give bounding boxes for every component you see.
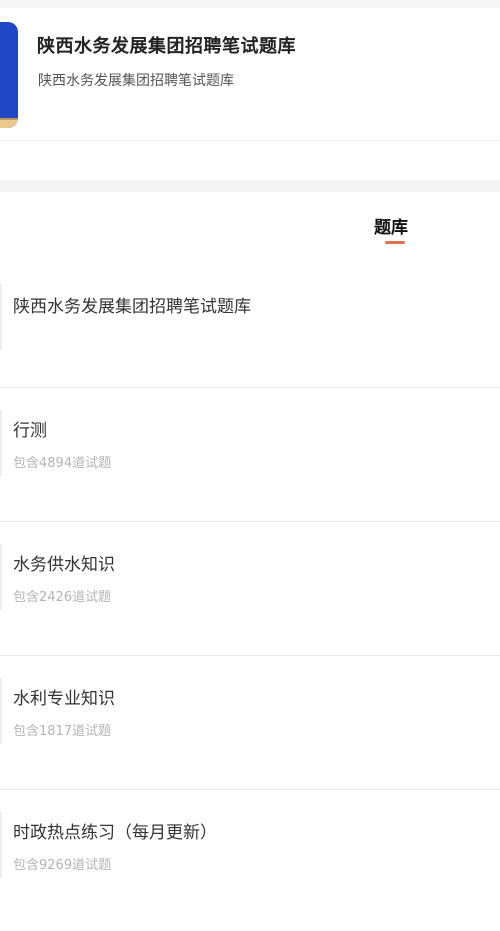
section-gap bbox=[0, 180, 500, 192]
list-item-count: 包含4894道试题 bbox=[13, 456, 112, 471]
item-accent-bar bbox=[0, 410, 2, 476]
list-item-count: 包含1817道试题 bbox=[13, 724, 112, 739]
tab-question-bank[interactable]: 题库 bbox=[374, 213, 408, 238]
item-accent-bar bbox=[0, 678, 2, 744]
list-item-main-bank[interactable]: 陕西水务发展集团招聘笔试题库 bbox=[0, 262, 500, 388]
item-accent-bar bbox=[0, 284, 2, 350]
header-footer-area bbox=[0, 140, 500, 180]
top-spacer bbox=[0, 0, 500, 8]
active-tab-indicator bbox=[385, 241, 405, 244]
book-cover-image bbox=[0, 22, 18, 128]
tab-bar: 题库 bbox=[0, 192, 500, 262]
list-item-current-affairs[interactable]: 时政热点练习（每月更新） 包含9269道试题 bbox=[0, 790, 500, 924]
list-item-name: 陕西水务发展集团招聘笔试题库 bbox=[13, 297, 251, 317]
list-item-count: 包含9269道试题 bbox=[13, 858, 112, 873]
list-item-name: 行测 bbox=[13, 421, 47, 441]
exam-bank-subtitle: 陕西水务发展集团招聘笔试题库 bbox=[38, 73, 234, 89]
exam-bank-header: 陕西水务发展集团招聘笔试题库 陕西水务发展集团招聘笔试题库 bbox=[0, 8, 500, 140]
list-item-name: 水务供水知识 bbox=[13, 555, 115, 575]
list-item-water-conservancy[interactable]: 水利专业知识 包含1817道试题 bbox=[0, 656, 500, 790]
list-item-water-supply[interactable]: 水务供水知识 包含2426道试题 bbox=[0, 522, 500, 656]
item-accent-bar bbox=[0, 544, 2, 610]
list-item-count: 包含2426道试题 bbox=[13, 590, 112, 605]
question-bank-list: 陕西水务发展集团招聘笔试题库 行测 包含4894道试题 水务供水知识 包含242… bbox=[0, 262, 500, 924]
list-item-xingce[interactable]: 行测 包含4894道试题 bbox=[0, 388, 500, 522]
item-accent-bar bbox=[0, 812, 2, 878]
cover-base bbox=[0, 118, 18, 128]
list-item-name: 时政热点练习（每月更新） bbox=[13, 823, 217, 843]
exam-bank-title: 陕西水务发展集团招聘笔试题库 bbox=[37, 36, 296, 57]
list-item-name: 水利专业知识 bbox=[13, 689, 115, 709]
